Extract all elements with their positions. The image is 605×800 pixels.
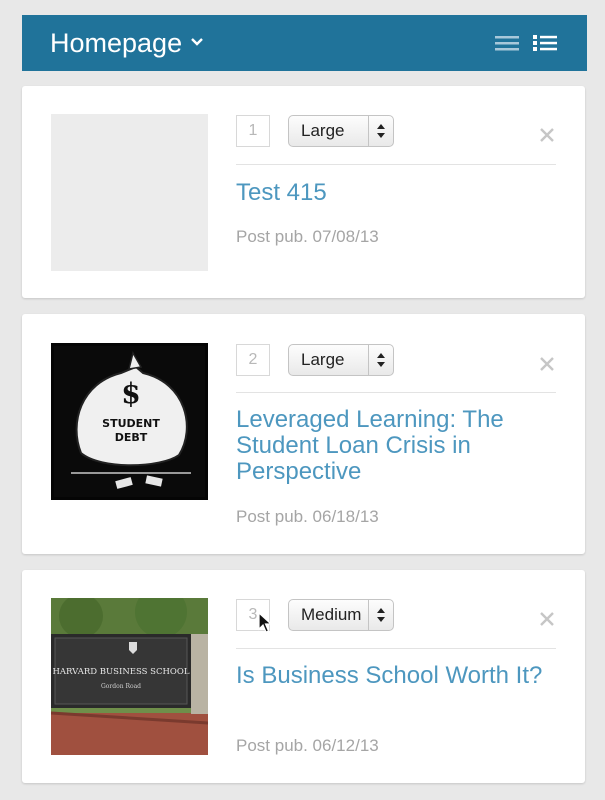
size-select-value: Large <box>301 350 345 369</box>
thumb-text-line-2: Gordon Road <box>101 683 141 690</box>
story-headline-link[interactable]: Leveraged Learning: The Student Loan Cri… <box>236 407 556 485</box>
divider <box>236 392 556 393</box>
select-arrows-icon <box>368 600 393 630</box>
story-headline-link[interactable]: Test 415 <box>236 180 556 206</box>
size-select-value: Large <box>301 121 345 140</box>
mouse-pointer-icon <box>258 611 273 634</box>
size-select[interactable]: Large <box>288 115 394 147</box>
section-title: Homepage <box>50 27 183 58</box>
svg-text:$: $ <box>121 377 140 410</box>
story-card: 1 Large Test 415 Post pub. 07/08/13 <box>22 86 585 298</box>
story-headline-link[interactable]: Is Business School Worth It? <box>236 663 556 689</box>
header-bar: Homepage <box>22 15 587 71</box>
thumb-text-line-1: STUDENT <box>102 417 160 430</box>
section-dropdown[interactable]: Homepage <box>50 27 204 58</box>
thumbnail-placeholder[interactable] <box>51 114 208 271</box>
order-input[interactable]: 2 <box>236 344 270 376</box>
divider <box>236 648 556 649</box>
select-arrows-icon <box>368 116 393 146</box>
post-date: Post pub. 06/18/13 <box>236 507 379 526</box>
chevron-down-icon <box>190 34 204 52</box>
thumb-text-line-1: HARVARD BUSINESS SCHOOL <box>52 667 189 677</box>
story-card: HARVARD BUSINESS SCHOOL Gordon Road 3 Me… <box>22 570 585 783</box>
post-date: Post pub. 07/08/13 <box>236 227 379 246</box>
select-arrows-icon <box>368 345 393 375</box>
post-date: Post pub. 06/12/13 <box>236 736 379 755</box>
detail-list-view-icon[interactable] <box>533 34 557 52</box>
close-icon[interactable] <box>538 126 556 144</box>
size-select[interactable]: Medium <box>288 599 394 631</box>
list-view-icon[interactable] <box>495 34 519 52</box>
size-select[interactable]: Large <box>288 344 394 376</box>
story-card: $ STUDENT DEBT 2 Large Leveraged Learnin… <box>22 314 585 554</box>
close-icon[interactable] <box>538 355 556 373</box>
cartoon-thumbnail[interactable]: $ STUDENT DEBT <box>51 343 208 500</box>
size-select-value: Medium <box>301 605 362 624</box>
thumb-text-line-2: DEBT <box>115 431 148 444</box>
divider <box>236 164 556 165</box>
photo-thumbnail[interactable]: HARVARD BUSINESS SCHOOL Gordon Road <box>51 598 208 755</box>
close-icon[interactable] <box>538 610 556 628</box>
order-input[interactable]: 1 <box>236 115 270 147</box>
